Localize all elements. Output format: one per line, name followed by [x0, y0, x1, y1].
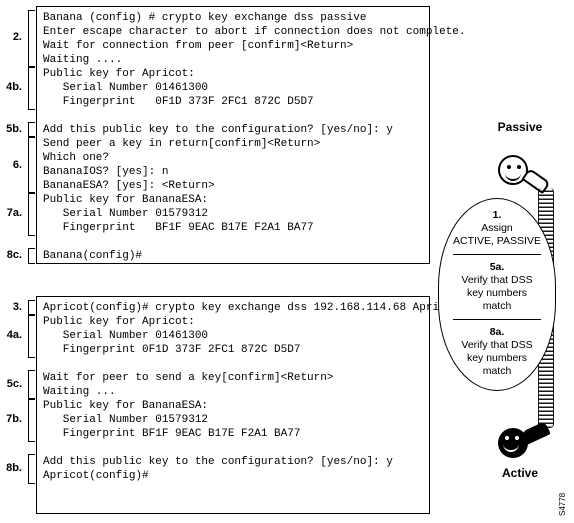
step-marker-2: 2. — [0, 30, 24, 44]
term-line: Which one? — [43, 152, 109, 164]
step-marker-5c: 5c. — [0, 377, 24, 391]
term-line: Apricot(config)# — [43, 470, 149, 482]
bubble-step-text: Assign ACTIVE, PASSIVE — [453, 222, 541, 247]
bubble-step-text: Verify that DSS key numbers match — [461, 274, 532, 312]
term-line: Fingerprint BF1F 9EAC B17E F2A1 BA77 — [43, 222, 314, 234]
bubble-step-text: Verify that DSS key numbers match — [461, 339, 532, 377]
term-line: Serial Number 01579312 — [43, 414, 208, 426]
step-marker-8b: 8b. — [0, 461, 24, 475]
bracket — [28, 136, 35, 194]
term-line: Fingerprint 0F1D 373F 2FC1 872C D5D7 — [43, 96, 314, 108]
step-marker-4b: 4b. — [0, 80, 24, 94]
bubble-step-1: 1. Assign ACTIVE, PASSIVE — [445, 209, 549, 248]
step-marker-5b: 5b. — [0, 122, 24, 136]
term-line: Public key for BananaESA: — [43, 194, 208, 206]
step-marker-7b: 7b. — [0, 412, 24, 426]
terminal-apricot: Apricot(config)# crypto key exchange dss… — [36, 296, 430, 514]
bracket — [28, 192, 35, 236]
bracket — [28, 66, 35, 110]
term-line: Public key for Apricot: — [43, 68, 195, 80]
term-line: Wait for peer to send a key[confirm]<Ret… — [43, 372, 333, 384]
term-line: Add this public key to the configuration… — [43, 456, 393, 468]
term-line: Public key for Apricot: — [43, 316, 195, 328]
term-line: Fingerprint 0F1D 373F 2FC1 872C D5D7 — [43, 344, 300, 356]
terminal-banana: Banana (config) # crypto key exchange ds… — [36, 6, 430, 264]
term-line: Banana (config) # crypto key exchange ds… — [43, 12, 366, 24]
label-passive: Passive — [480, 120, 560, 134]
term-line: BananaESA? [yes]: <Return> — [43, 180, 215, 192]
term-line: Public key for BananaESA: — [43, 400, 208, 412]
term-line: Enter escape character to abort if conne… — [43, 26, 465, 38]
step-marker-8c: 8c. — [0, 248, 24, 262]
bracket — [28, 248, 35, 264]
bracket — [28, 314, 35, 358]
figure-number: S4778 — [558, 493, 567, 516]
step-marker-7a: 7a. — [0, 206, 24, 220]
diagram-page: Banana (config) # crypto key exchange ds… — [0, 0, 574, 523]
bracket — [28, 398, 35, 442]
term-line: Waiting ... — [43, 386, 116, 398]
bubble-step-num: 1. — [493, 209, 502, 221]
separator — [453, 254, 541, 255]
step-marker-4a: 4a. — [0, 328, 24, 342]
term-line: Wait for connection from peer [confirm]<… — [43, 40, 353, 52]
speech-bubble: 1. Assign ACTIVE, PASSIVE 5a. Verify tha… — [438, 198, 556, 391]
bracket — [28, 10, 35, 68]
term-line: Waiting .... — [43, 54, 122, 66]
phone-handset-icon — [521, 421, 550, 445]
bubble-step-num: 5a. — [490, 261, 505, 273]
bracket — [28, 370, 35, 400]
bubble-step-8a: 8a. Verify that DSS key numbers match — [445, 326, 549, 378]
bracket — [28, 454, 35, 484]
term-line: BananaIOS? [yes]: n — [43, 166, 168, 178]
term-line: Serial Number 01461300 — [43, 330, 208, 342]
bubble-step-num: 8a. — [490, 326, 505, 338]
term-line: Send peer a key in return[confirm]<Retur… — [43, 138, 320, 150]
step-marker-6: 6. — [0, 158, 24, 172]
term-line: Add this public key to the configuration… — [43, 124, 393, 136]
term-line: Fingerprint BF1F 9EAC B17E F2A1 BA77 — [43, 428, 300, 440]
term-line: Serial Number 01579312 — [43, 208, 208, 220]
step-marker-3: 3. — [0, 300, 24, 314]
term-line: Banana(config)# — [43, 250, 142, 262]
term-line: Serial Number 01461300 — [43, 82, 208, 94]
term-line: Apricot(config)# crypto key exchange dss… — [43, 302, 459, 314]
separator — [453, 319, 541, 320]
label-active: Active — [480, 466, 560, 480]
bubble-step-5a: 5a. Verify that DSS key numbers match — [445, 261, 549, 313]
